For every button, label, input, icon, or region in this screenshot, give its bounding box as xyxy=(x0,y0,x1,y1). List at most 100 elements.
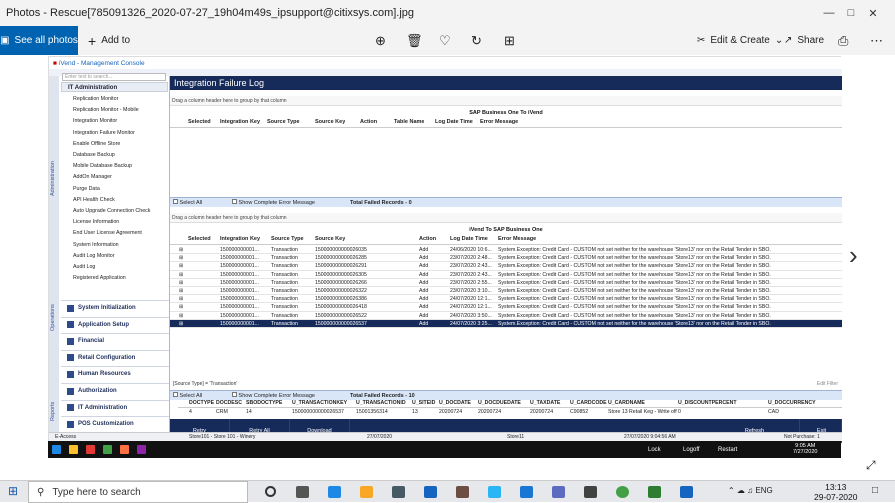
sap-select-all[interactable]: Select All xyxy=(173,198,202,208)
column-header[interactable]: Error Message xyxy=(498,236,536,242)
column-header[interactable]: Source Key xyxy=(315,236,345,242)
module-button[interactable]: POS Customization xyxy=(61,416,169,432)
nav-item[interactable]: License Information xyxy=(73,219,119,225)
module-button[interactable]: System Initialization xyxy=(61,300,169,315)
nav-item[interactable]: End User License Agreement xyxy=(73,230,142,236)
taskbar-clock[interactable]: 13:13 29-07-2020 xyxy=(814,482,857,502)
next-photo-icon[interactable]: › xyxy=(849,240,858,271)
detail-column-header[interactable]: U_DOCCURRENCY xyxy=(768,400,816,406)
detail-column-header[interactable]: U_DOCDUEDATE xyxy=(478,400,521,406)
restart-button[interactable]: Restart xyxy=(718,447,737,453)
edit-create-button[interactable]: ✂ Edit & Create ⌄ xyxy=(697,26,783,55)
edit-filter-link[interactable]: Edit Filter xyxy=(817,381,838,387)
tools-icon[interactable] xyxy=(584,486,597,498)
file-explorer-icon[interactable] xyxy=(360,486,373,498)
column-header[interactable]: Table Name xyxy=(394,119,424,125)
expand-icon[interactable]: ⊞ xyxy=(179,262,183,270)
nav-item[interactable]: Integration Monitor xyxy=(73,118,117,124)
photos-icon[interactable] xyxy=(680,486,693,498)
expand-icon[interactable]: ⊞ xyxy=(179,279,183,287)
nav-item[interactable]: Enable Offline Store xyxy=(73,141,120,147)
nav-item[interactable]: Auto Upgrade Connection Check xyxy=(73,208,150,214)
excel-icon[interactable] xyxy=(648,486,661,498)
ivend-select-all[interactable]: Select All xyxy=(173,391,202,401)
expand-icon[interactable]: ⊞ xyxy=(179,287,183,295)
table-row[interactable]: ⊞ 150000000001... Transaction 1500000000000… xyxy=(170,246,842,255)
crop-icon[interactable]: ⊞ xyxy=(504,26,515,55)
module-button[interactable]: Authorization xyxy=(61,383,169,398)
expand-icon[interactable]: ⊞ xyxy=(179,312,183,320)
expand-icon[interactable]: ⊞ xyxy=(179,254,183,262)
nav-item[interactable]: Purge Data xyxy=(73,186,100,192)
windows-icon[interactable] xyxy=(52,445,61,454)
column-header[interactable]: Log Date Time xyxy=(435,119,473,125)
column-header[interactable]: Integration Key xyxy=(220,236,260,242)
mail-icon[interactable] xyxy=(424,486,437,498)
nav-item[interactable]: Mobile Database Backup xyxy=(73,163,132,169)
task-view-icon[interactable] xyxy=(296,486,309,498)
see-all-photos-button[interactable]: ▣ See all photos xyxy=(0,26,78,55)
module-button[interactable]: Retail Configuration xyxy=(61,349,169,365)
print-icon[interactable]: ⎙ xyxy=(838,26,848,55)
expand-icon[interactable]: ⊞ xyxy=(179,303,183,311)
app-icon[interactable] xyxy=(103,445,112,454)
share-button[interactable]: ↗ Share xyxy=(784,26,824,55)
admin-section-header[interactable]: IT Administration xyxy=(61,82,168,92)
vtab-administration[interactable]: Administration xyxy=(50,161,56,196)
expand-icon[interactable]: ⊞ xyxy=(179,271,183,279)
detail-column-header[interactable]: U_DOCDATE xyxy=(439,400,471,406)
skype-icon[interactable] xyxy=(488,486,501,498)
app-icon[interactable] xyxy=(120,445,129,454)
column-header[interactable]: Action xyxy=(419,236,436,242)
table-row[interactable]: ⊞ 150000000001... Transaction 1500000000000… xyxy=(170,312,842,320)
close-icon[interactable]: ✕ xyxy=(851,0,895,26)
app-icon[interactable] xyxy=(456,486,469,498)
column-header[interactable]: Integration Key xyxy=(220,119,260,125)
nav-item[interactable]: Replication Monitor - Mobile xyxy=(73,107,139,113)
ivend-show-complete[interactable]: Show Complete Error Message xyxy=(232,391,315,401)
checkbox[interactable] xyxy=(232,199,237,204)
table-row[interactable]: ⊞ 150000000001... Transaction 1500000000000… xyxy=(170,295,842,304)
zoom-icon[interactable]: ⊕ xyxy=(375,26,386,55)
module-button[interactable]: Application Setup xyxy=(61,316,169,332)
nav-item[interactable]: System Information xyxy=(73,242,119,248)
explorer-icon[interactable] xyxy=(69,445,78,454)
column-header[interactable]: Action xyxy=(360,119,377,125)
detail-column-header[interactable]: U_DISCOUNTPERCENT xyxy=(678,400,737,406)
table-row[interactable]: ⊞ 150000000001... Transaction 1500000000000… xyxy=(170,271,842,279)
column-header[interactable]: Selected xyxy=(188,119,211,125)
detail-column-header[interactable]: U_CARDNAME xyxy=(608,400,645,406)
language-indicator[interactable]: ENG xyxy=(755,486,772,495)
app-icon[interactable] xyxy=(86,445,95,454)
taskbar-search[interactable]: ⚲ Type here to search xyxy=(28,481,248,503)
lock-button[interactable]: Lock xyxy=(648,447,661,453)
module-button[interactable]: Human Resources xyxy=(61,366,169,382)
vtab-operations[interactable]: Operations xyxy=(50,304,56,331)
expand-icon[interactable]: ⊞ xyxy=(179,246,183,254)
detail-grid-row[interactable]: 4 CRM 14 150000000000026537 15001356314 13 202… xyxy=(178,408,842,416)
detail-column-header[interactable]: U_TAXDATE xyxy=(530,400,560,406)
table-row[interactable]: ⊞ 150000000001... Transaction 1500000000000… xyxy=(170,279,842,287)
system-tray[interactable]: ⌃ ☁ ♫ ENG xyxy=(728,486,773,495)
notification-icon[interactable]: □ xyxy=(872,485,878,496)
nav-item[interactable]: Replication Monitor xyxy=(73,96,118,102)
chrome-icon[interactable] xyxy=(616,486,629,498)
logoff-button[interactable]: Logoff xyxy=(683,447,700,453)
sap-show-complete[interactable]: Show Complete Error Message xyxy=(232,198,315,208)
table-row[interactable]: ⊞ 150000000001... Transaction 1500000000000… xyxy=(170,254,842,263)
column-header[interactable]: Error Message xyxy=(480,119,518,125)
table-row[interactable]: ⊞ 150000000001... Transaction 1500000000000… xyxy=(170,303,842,312)
app-icon[interactable] xyxy=(137,445,146,454)
checkbox[interactable] xyxy=(173,199,178,204)
table-row[interactable]: ⊞ 150000000001... Transaction 1500000000000… xyxy=(170,319,842,328)
column-header[interactable]: Source Type xyxy=(271,236,304,242)
edge-icon[interactable] xyxy=(328,486,341,498)
rotate-icon[interactable]: ↻ xyxy=(471,26,482,55)
column-header[interactable]: Selected xyxy=(188,236,211,242)
table-row[interactable]: ⊞ 150000000001... Transaction 1500000000000… xyxy=(170,262,842,271)
nav-item[interactable]: Integration Failure Monitor xyxy=(73,130,135,136)
delete-icon[interactable]: 🗑 xyxy=(406,26,423,55)
nav-item[interactable]: Audit Log xyxy=(73,264,95,270)
column-header[interactable]: Log Date Time xyxy=(450,236,488,242)
vtab-reports[interactable]: Reports xyxy=(50,402,56,421)
